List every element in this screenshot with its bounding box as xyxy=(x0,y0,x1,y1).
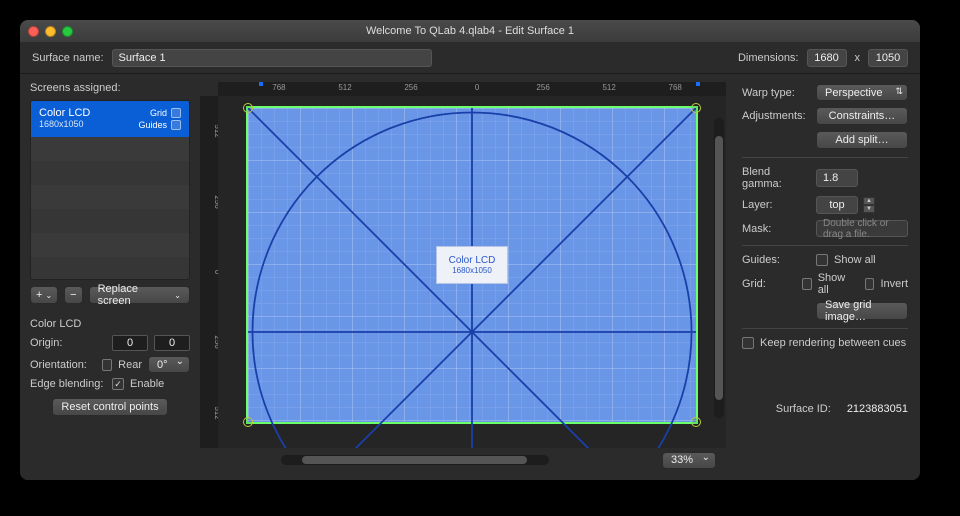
origin-x-input[interactable] xyxy=(112,335,148,351)
reset-control-points-button[interactable]: Reset control points xyxy=(52,398,167,416)
screen-grid-label: Grid xyxy=(150,107,167,119)
replace-screen-button[interactable]: Replace screen⌄ xyxy=(89,286,190,304)
add-screen-button[interactable]: +⌄ xyxy=(30,286,58,304)
rotation-select[interactable]: 0° xyxy=(148,356,190,373)
surface-name-input[interactable] xyxy=(112,49,432,67)
grid-showall-checkbox[interactable] xyxy=(802,278,812,290)
dimensions-height-input[interactable] xyxy=(868,49,908,67)
orientation-label: Orientation: xyxy=(30,359,96,371)
grid-invert-label: Invert xyxy=(880,278,908,290)
screens-list[interactable]: Color LCD 1680x1050 Grid Guides xyxy=(30,100,190,280)
right-panel: Warp type: Perspective Adjustments: Cons… xyxy=(730,74,920,480)
guides-label: Guides: xyxy=(742,254,810,266)
screen-guides-label: Guides xyxy=(138,119,167,131)
dimensions-width-input[interactable] xyxy=(807,49,847,67)
surface-rect[interactable]: Color LCD 1680x1050 xyxy=(246,106,698,424)
dimensions-x: x xyxy=(855,52,861,64)
control-point-bl[interactable] xyxy=(243,417,253,427)
warp-type-select[interactable]: Perspective xyxy=(816,84,908,101)
screen-grid-checkbox[interactable] xyxy=(171,108,181,118)
canvas[interactable]: Color LCD 1680x1050 xyxy=(218,96,726,448)
enable-blend-checkbox[interactable] xyxy=(112,378,124,390)
horizontal-scrollbar[interactable] xyxy=(281,455,549,465)
screen-item-res: 1680x1050 xyxy=(39,119,90,129)
layer-label: Layer: xyxy=(742,199,810,211)
grid-label: Grid: xyxy=(742,278,796,290)
keep-rendering-checkbox[interactable] xyxy=(742,337,754,349)
enable-label: Enable xyxy=(130,378,164,390)
left-panel: Screens assigned: Color LCD 1680x1050 Gr… xyxy=(20,74,200,480)
titlebar: Welcome To QLab 4.qlab4 - Edit Surface 1 xyxy=(20,20,920,42)
mask-dropzone[interactable]: Double click or drag a file. xyxy=(816,220,908,237)
rear-checkbox[interactable] xyxy=(102,359,113,371)
screen-item-name: Color LCD xyxy=(39,107,90,119)
surface-id-label: Surface ID: xyxy=(776,403,831,415)
surface-center-label: Color LCD 1680x1050 xyxy=(436,246,508,284)
blend-gamma-input[interactable] xyxy=(816,169,858,187)
control-point-br[interactable] xyxy=(691,417,701,427)
adjustments-label: Adjustments: xyxy=(742,110,810,122)
grid-invert-checkbox[interactable] xyxy=(865,278,875,290)
add-split-button[interactable]: Add split… xyxy=(816,131,908,149)
layer-input[interactable] xyxy=(816,196,858,214)
guides-showall-label: Show all xyxy=(834,254,876,266)
dimensions-label: Dimensions: xyxy=(738,52,799,64)
topbar: Surface name: Dimensions: x xyxy=(20,42,920,74)
origin-label: Origin: xyxy=(30,337,106,349)
screen-item-colorlcd[interactable]: Color LCD 1680x1050 Grid Guides xyxy=(31,101,189,137)
warp-type-label: Warp type: xyxy=(742,87,810,99)
canvas-panel: 768 512 256 0 256 512 768 512 256 0 256 … xyxy=(200,74,730,480)
grid-showall-label: Show all xyxy=(818,272,851,296)
mask-label: Mask: xyxy=(742,223,810,235)
keep-rendering-label: Keep rendering between cues xyxy=(760,337,906,349)
surface-id-value: 2123883051 xyxy=(847,403,908,415)
screen-guides-checkbox[interactable] xyxy=(171,120,181,130)
control-point-tr[interactable] xyxy=(691,103,701,113)
save-grid-image-button[interactable]: Save grid image… xyxy=(816,302,908,320)
zoom-select[interactable]: 33% xyxy=(662,452,716,469)
window-title: Welcome To QLab 4.qlab4 - Edit Surface 1 xyxy=(20,25,920,37)
guides-showall-checkbox[interactable] xyxy=(816,254,828,266)
blend-gamma-label: Blend gamma: xyxy=(742,166,810,190)
edge-blend-label: Edge blending: xyxy=(30,378,106,390)
constraints-button[interactable]: Constraints… xyxy=(816,107,908,125)
layer-stepper[interactable]: ▲▼ xyxy=(863,197,875,213)
edit-surface-window: Welcome To QLab 4.qlab4 - Edit Surface 1… xyxy=(20,20,920,480)
ruler-vertical: 512 256 0 256 512 xyxy=(200,96,218,448)
surface-name-label: Surface name: xyxy=(32,52,104,64)
origin-y-input[interactable] xyxy=(154,335,190,351)
screens-assigned-label: Screens assigned: xyxy=(30,82,190,94)
remove-screen-button[interactable]: − xyxy=(64,286,82,304)
vertical-scrollbar[interactable] xyxy=(714,118,724,418)
ruler-horizontal: 768 512 256 0 256 512 768 xyxy=(218,82,726,96)
control-point-tl[interactable] xyxy=(243,103,253,113)
props-header: Color LCD xyxy=(30,318,190,330)
rear-label: Rear xyxy=(118,359,142,371)
